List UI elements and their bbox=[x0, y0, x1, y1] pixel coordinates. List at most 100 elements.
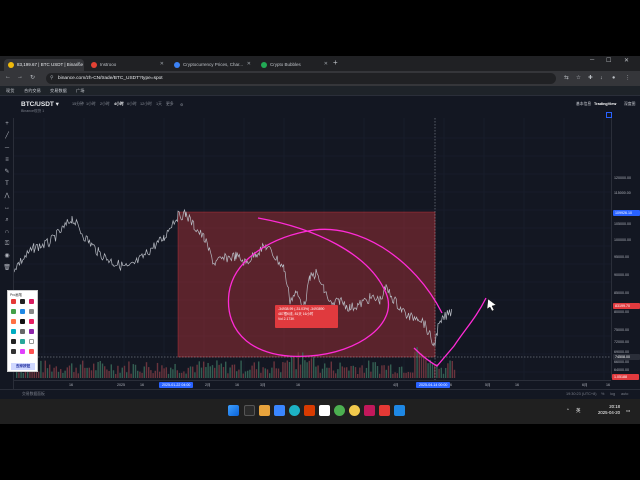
timeframe-1h[interactable]: 1小时 bbox=[86, 102, 96, 107]
percent-toggle[interactable]: % bbox=[601, 392, 604, 396]
zoom-icon[interactable]: ⌕ bbox=[3, 216, 11, 224]
nav-data[interactable]: 交易数据 bbox=[50, 88, 67, 94]
chrome-profile-icon[interactable] bbox=[349, 405, 360, 416]
palette-color-swatch[interactable] bbox=[29, 299, 34, 304]
auto-toggle[interactable]: auto bbox=[621, 392, 628, 396]
timeframe-6h[interactable]: 6小时 bbox=[127, 102, 137, 107]
palette-color-swatch[interactable] bbox=[20, 349, 25, 354]
video-app-icon[interactable] bbox=[379, 405, 390, 416]
palette-color-swatch[interactable] bbox=[20, 309, 25, 314]
palette-color-swatch[interactable] bbox=[20, 329, 25, 334]
pair-selector[interactable]: BTC/USDT ▾ bbox=[21, 100, 59, 108]
download-icon[interactable]: ↓ bbox=[600, 75, 603, 81]
browser-tab-bar: 83,199.67 | BTC USDT | Binance ✕ Instroo… bbox=[0, 56, 640, 71]
timezone-label[interactable]: 19:30:23 (UTC+8) bbox=[566, 392, 597, 396]
palette-color-swatch[interactable] bbox=[11, 329, 16, 334]
time-axis[interactable]: 16 2025 16 2月 16 3月 16 4月 16 5月 16 6月 16… bbox=[14, 380, 611, 389]
file-explorer-icon[interactable] bbox=[259, 405, 270, 416]
forward-icon[interactable]: → bbox=[17, 74, 23, 80]
extensions-icon[interactable]: ✚ bbox=[588, 75, 593, 81]
eye-icon[interactable]: ◉ bbox=[3, 252, 11, 260]
menu-kebab-icon[interactable]: ⋮ bbox=[625, 75, 631, 81]
exchange-label: Binance现货 1 bbox=[21, 109, 45, 113]
text-icon[interactable]: T bbox=[3, 180, 11, 188]
link-depth[interactable]: 深度图 bbox=[624, 102, 635, 107]
search-icon[interactable] bbox=[244, 405, 255, 416]
edge-icon[interactable] bbox=[289, 405, 300, 416]
brush-icon[interactable]: ✎ bbox=[3, 168, 11, 176]
new-tab-icon[interactable]: + bbox=[333, 58, 338, 67]
chat-app-icon[interactable] bbox=[394, 405, 405, 416]
timeframe-12h[interactable]: 12小时 bbox=[140, 102, 152, 107]
palette-color-swatch[interactable] bbox=[29, 309, 34, 314]
palette-remove-button[interactable]: 去掉按钮 bbox=[11, 363, 35, 370]
magnet-icon[interactable]: ∩ bbox=[3, 228, 11, 236]
timeframe-15m[interactable]: 15分钟 bbox=[72, 102, 84, 107]
notification-icon[interactable]: ▭ bbox=[626, 408, 630, 414]
back-icon[interactable]: ← bbox=[5, 74, 11, 80]
palette-color-swatch[interactable] bbox=[20, 299, 25, 304]
fib-icon[interactable]: ≡ bbox=[3, 156, 11, 164]
nav-futures[interactable]: 合约交易 bbox=[24, 88, 41, 94]
settings-gear-icon[interactable]: ⚙ bbox=[180, 102, 183, 107]
window-close-icon[interactable]: ✕ bbox=[624, 57, 629, 64]
tab-instrooo[interactable]: Instrooo ✕ bbox=[87, 59, 167, 71]
data-panel-link[interactable]: 交易数据面板 bbox=[22, 392, 45, 397]
price-axis[interactable]: 120000.00 115000.00 105000.00 100000.00 … bbox=[611, 118, 640, 378]
minimize-icon[interactable]: ─ bbox=[590, 57, 594, 63]
obs-recorder-icon[interactable] bbox=[364, 405, 375, 416]
tab-binance[interactable]: 83,199.67 | BTC USDT | Binance ✕ bbox=[4, 59, 84, 71]
palette-color-swatch[interactable] bbox=[11, 319, 16, 324]
close-icon[interactable]: ✕ bbox=[77, 61, 81, 67]
link-tradingview[interactable]: TradingView bbox=[594, 102, 616, 106]
nav-spot[interactable]: 现货 bbox=[6, 88, 14, 94]
lock-drawing-icon[interactable]: ⚿ bbox=[3, 240, 11, 248]
input-language-label[interactable]: 英 bbox=[576, 408, 581, 414]
nav-square[interactable]: 广场 bbox=[76, 88, 84, 94]
store-icon[interactable] bbox=[274, 405, 285, 416]
tab-cryptocurrency-prices[interactable]: Cryptocurrency Prices, Char... ✕ bbox=[170, 59, 254, 71]
translate-icon[interactable]: ⇆ bbox=[564, 75, 569, 81]
windows-start-icon[interactable] bbox=[228, 405, 239, 416]
pattern-icon[interactable]: ⋀ bbox=[3, 192, 11, 200]
reload-icon[interactable]: ↻ bbox=[30, 74, 35, 81]
horizontal-line-icon[interactable]: ─ bbox=[3, 144, 11, 152]
time-label: 2月 bbox=[205, 383, 211, 387]
timeframe-4h[interactable]: 4小时 bbox=[114, 102, 124, 107]
maximize-icon[interactable]: ☐ bbox=[606, 57, 611, 64]
palette-color-swatch[interactable] bbox=[20, 339, 25, 344]
chrome-icon[interactable] bbox=[334, 405, 345, 416]
price-range-box[interactable] bbox=[177, 211, 436, 358]
measure-icon[interactable]: ↔ bbox=[3, 204, 11, 212]
palette-color-swatch[interactable] bbox=[29, 319, 34, 324]
bookmark-star-icon[interactable]: ☆ bbox=[576, 75, 581, 81]
palette-color-swatch[interactable] bbox=[11, 299, 16, 304]
log-toggle[interactable]: log bbox=[610, 392, 615, 396]
trend-line-icon[interactable]: ╱ bbox=[3, 132, 11, 140]
palette-color-swatch[interactable] bbox=[29, 329, 34, 334]
price-chart[interactable] bbox=[14, 118, 611, 380]
profile-icon[interactable]: ● bbox=[612, 75, 615, 81]
office-icon[interactable] bbox=[304, 405, 315, 416]
trash-icon[interactable]: 🗑 bbox=[3, 264, 11, 272]
chevron-up-icon[interactable]: ⌃ bbox=[566, 408, 570, 414]
timeframe-2h[interactable]: 2小时 bbox=[100, 102, 110, 107]
palette-color-swatch[interactable] bbox=[29, 349, 34, 354]
url-input[interactable]: ⚲ binance.com/zh-CN/trade/BTC_USDT?type=… bbox=[46, 73, 556, 84]
close-icon[interactable]: ✕ bbox=[247, 61, 251, 67]
palette-color-swatch[interactable] bbox=[11, 339, 16, 344]
close-icon[interactable]: ✕ bbox=[324, 61, 328, 67]
close-icon[interactable]: ✕ bbox=[160, 61, 164, 67]
palette-color-swatch[interactable] bbox=[29, 339, 34, 344]
tab-crypto-bubbles[interactable]: Crypto Bubbles ✕ bbox=[257, 59, 331, 71]
timeframe-1d[interactable]: 1天 bbox=[156, 102, 162, 107]
system-clock[interactable]: 20:18 2025-04-20 bbox=[590, 404, 620, 416]
link-basic-info[interactable]: 基本信息 bbox=[576, 102, 591, 107]
app-icon[interactable] bbox=[319, 405, 330, 416]
palette-color-swatch[interactable] bbox=[20, 319, 25, 324]
time-label: 16 bbox=[69, 383, 73, 387]
timeframe-more[interactable]: 更多 bbox=[166, 102, 174, 107]
palette-color-swatch[interactable] bbox=[11, 349, 16, 354]
crosshair-icon[interactable]: + bbox=[3, 120, 11, 128]
palette-color-swatch[interactable] bbox=[11, 309, 16, 314]
